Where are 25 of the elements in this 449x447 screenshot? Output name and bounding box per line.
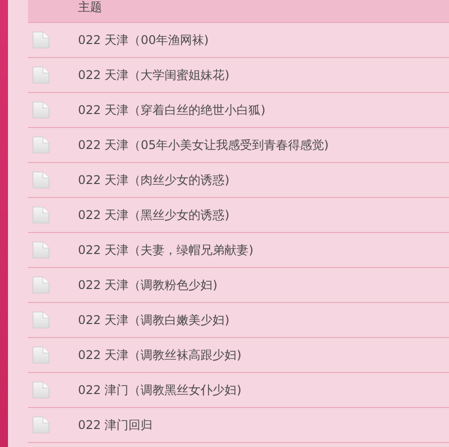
document-icon — [32, 136, 50, 154]
document-icon — [32, 276, 50, 294]
thread-title[interactable]: 022 天津（夫妻，绿帽兄弟献妻) — [78, 242, 254, 258]
document-icon — [32, 381, 50, 399]
document-icon — [32, 101, 50, 119]
document-icon — [32, 416, 50, 434]
thread-title[interactable]: 022 天津（05年小美女让我感受到青春得感觉) — [78, 136, 329, 154]
thread-title[interactable]: 022 天津（调教粉色少妇) — [78, 276, 218, 294]
thread-title[interactable]: 022 天津（00年渔网袜) — [78, 32, 209, 48]
document-icon — [32, 241, 50, 259]
thread-title[interactable]: 022 天津（穿着白丝的绝世小白狐) — [78, 102, 266, 118]
document-icon — [32, 31, 50, 49]
document-icon — [32, 66, 50, 84]
thread-title[interactable]: 022 天津（肉丝少女的诱惑) — [78, 172, 230, 188]
thread-title[interactable]: 022 天津（调教白嫩美少妇) — [78, 312, 230, 328]
document-icon — [32, 206, 50, 224]
document-icon — [32, 346, 50, 364]
thread-title[interactable]: 022 津门回归 — [78, 416, 153, 434]
document-icon — [32, 171, 50, 189]
thread-title[interactable]: 022 天津（大学闺蜜姐妹花) — [78, 66, 230, 84]
thread-title[interactable]: 022 天津（调教丝袜高跟少妇) — [78, 346, 242, 364]
document-icon — [32, 311, 50, 329]
thread-title[interactable]: 022 天津（黑丝少女的诱惑) — [78, 206, 230, 224]
column-header: 主题 — [78, 0, 102, 14]
thread-title[interactable]: 022 津门（调教黑丝女仆少妇) — [78, 382, 242, 398]
